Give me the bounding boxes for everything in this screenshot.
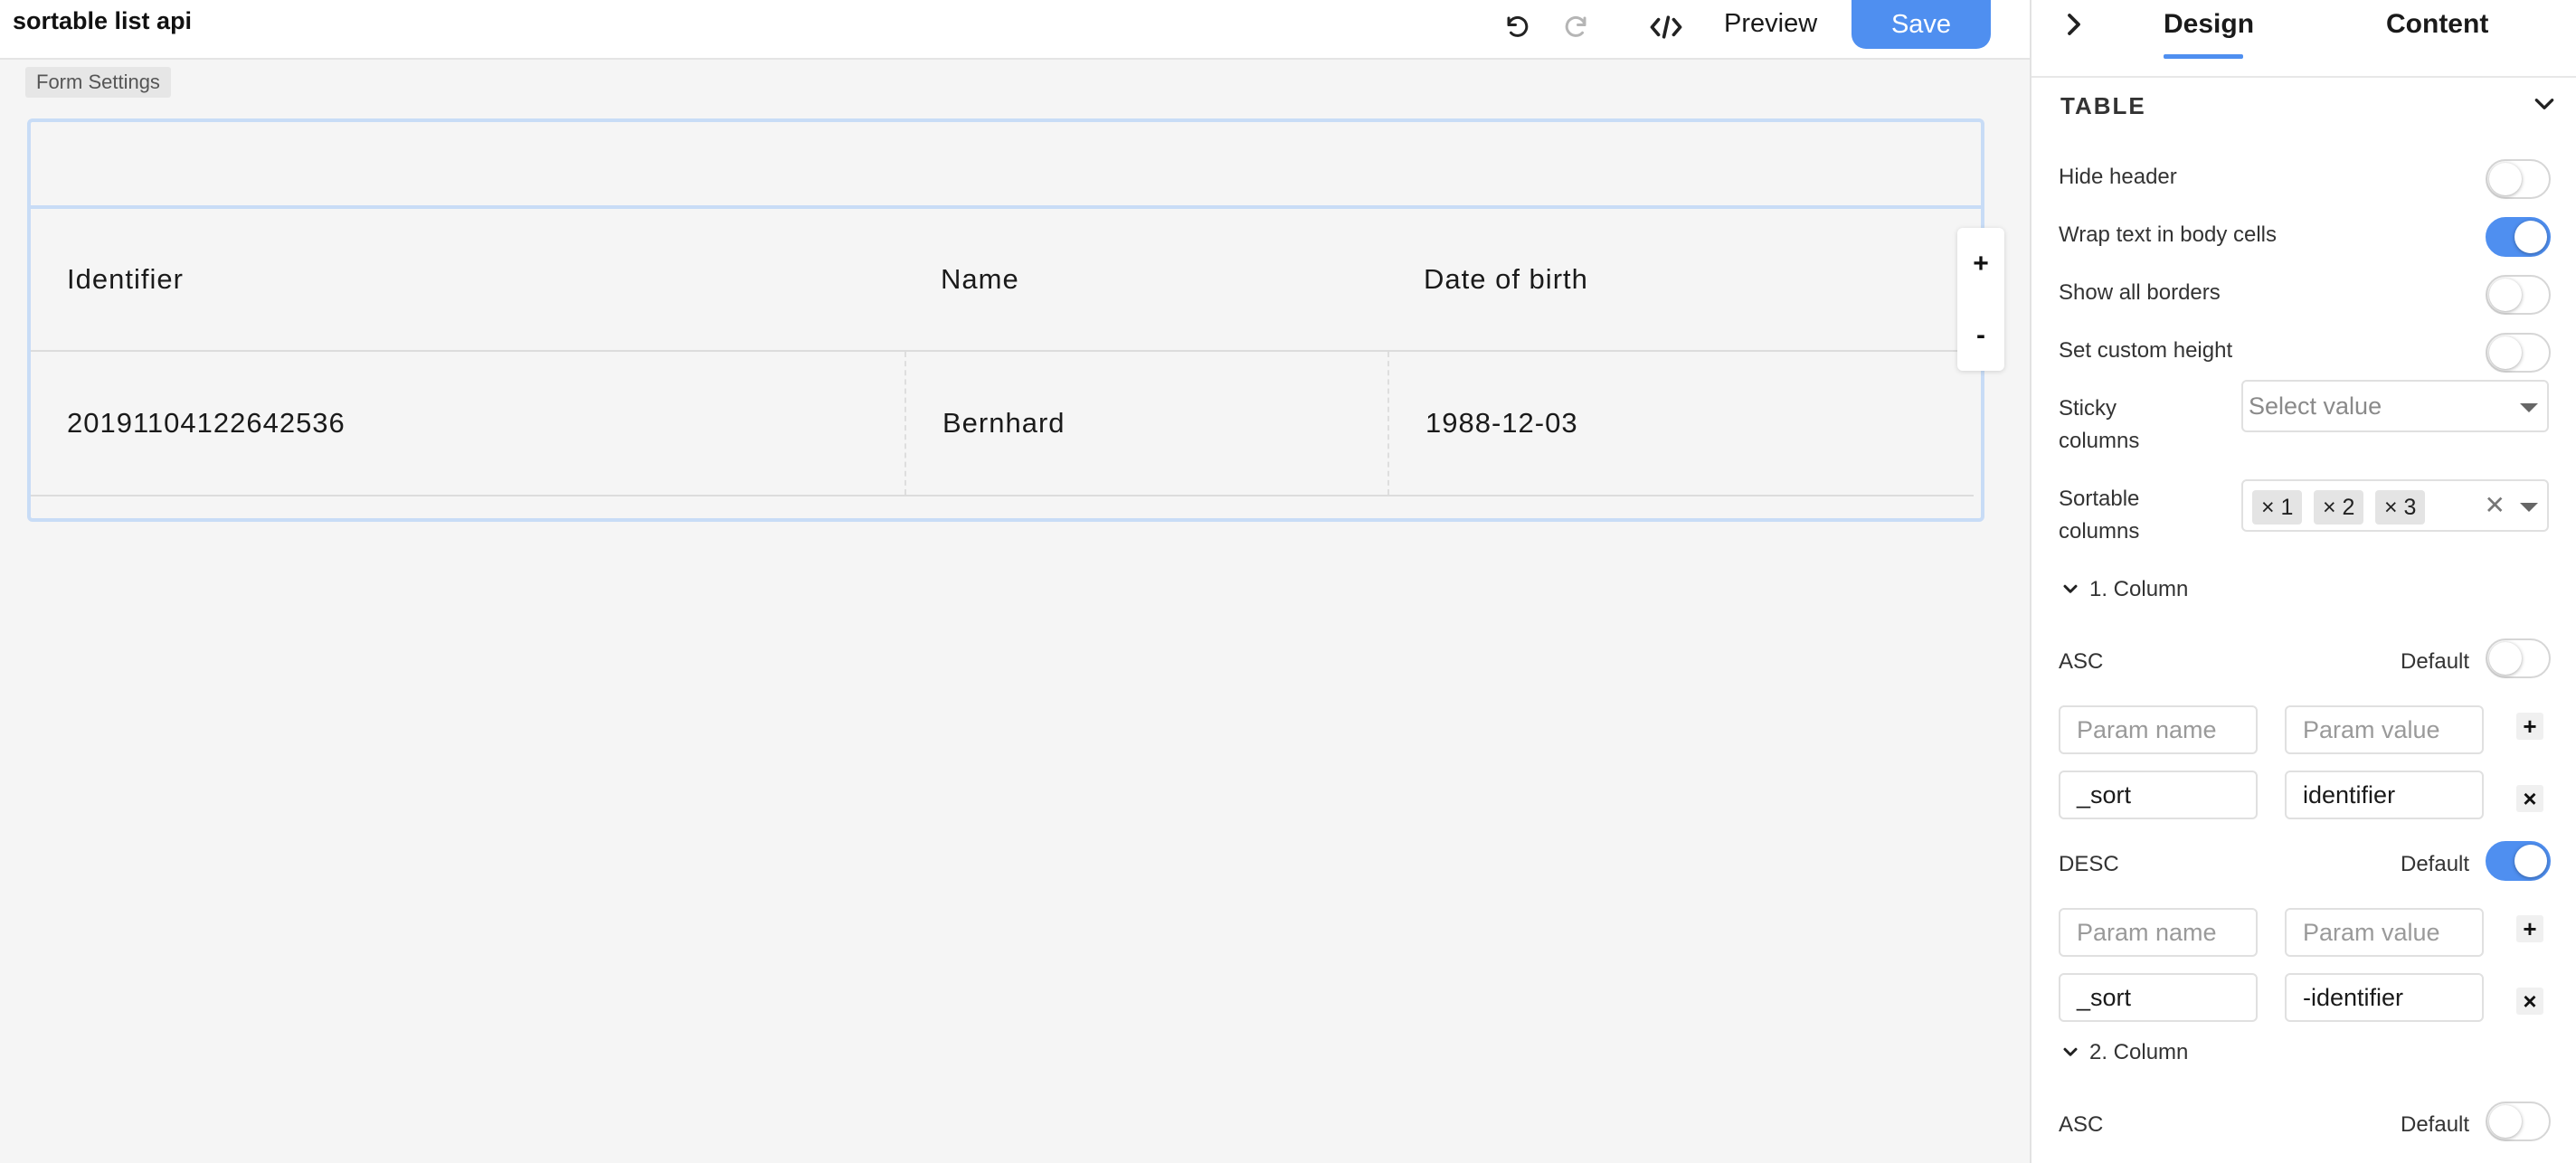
asc-default-toggle[interactable] bbox=[2486, 1102, 2551, 1141]
sortable-columns-label-2: columns bbox=[2059, 519, 2140, 544]
sticky-columns-placeholder: Select value bbox=[2249, 392, 2382, 420]
wrap-text-toggle[interactable] bbox=[2486, 217, 2551, 257]
chip-column-2[interactable]: × 2 bbox=[2314, 490, 2364, 525]
add-param-button[interactable]: + bbox=[2516, 713, 2543, 740]
table-cell: Bernhard bbox=[904, 352, 1387, 495]
sortable-columns-select[interactable]: × 1 × 2 × 3 ✕ bbox=[2241, 479, 2549, 532]
sticky-columns-label: Sticky bbox=[2059, 396, 2117, 421]
zoom-out-button[interactable]: - bbox=[1957, 299, 2004, 371]
param-name-input[interactable]: Param name bbox=[2059, 908, 2258, 957]
preview-button[interactable]: Preview bbox=[1724, 7, 1817, 40]
data-table[interactable]: Identifier Name Date of birth 2019110412… bbox=[31, 205, 1981, 518]
hide-header-label: Hide header bbox=[2059, 165, 2177, 189]
sticky-columns-label-2: columns bbox=[2059, 429, 2140, 453]
app-title: sortable list api bbox=[13, 7, 193, 34]
column-header-name[interactable]: Name bbox=[904, 209, 1387, 350]
custom-height-label: Set custom height bbox=[2059, 338, 2233, 363]
column-1-toggle[interactable]: 1. Column bbox=[2062, 573, 2188, 607]
desc-default-toggle[interactable] bbox=[2486, 841, 2551, 881]
default-label: Default bbox=[2401, 649, 2470, 674]
hide-header-toggle[interactable] bbox=[2486, 159, 2551, 199]
chevron-right-icon[interactable] bbox=[2062, 11, 2086, 43]
param-name-field[interactable]: _sort bbox=[2059, 771, 2258, 819]
remove-param-button[interactable]: × bbox=[2516, 785, 2543, 812]
clear-icon[interactable]: ✕ bbox=[2485, 490, 2505, 520]
tab-content[interactable]: Content bbox=[2386, 9, 2488, 40]
code-icon[interactable] bbox=[1646, 7, 1686, 47]
sticky-columns-select[interactable]: Select value bbox=[2241, 380, 2549, 432]
redo-icon[interactable] bbox=[1556, 7, 1596, 47]
asc-label: ASC bbox=[2059, 1112, 2104, 1137]
table-cell: 1988-12-03 bbox=[1387, 352, 1974, 495]
undo-icon[interactable] bbox=[1498, 7, 1538, 47]
chip-column-3[interactable]: × 3 bbox=[2375, 490, 2426, 525]
caret-down-icon bbox=[2520, 403, 2538, 412]
default-label: Default bbox=[2401, 852, 2470, 876]
chevron-down-icon bbox=[2062, 1037, 2089, 1070]
table-cell: 20191104122642536 bbox=[67, 407, 346, 439]
column-1-title: 1. Column bbox=[2089, 577, 2189, 601]
default-label: Default bbox=[2401, 1112, 2470, 1137]
asc-default-toggle[interactable] bbox=[2486, 638, 2551, 678]
param-value-field[interactable]: identifier bbox=[2285, 771, 2484, 819]
desc-label: DESC bbox=[2059, 852, 2119, 876]
show-borders-label: Show all borders bbox=[2059, 280, 2221, 305]
caret-down-icon[interactable] bbox=[2520, 503, 2538, 512]
tab-design[interactable]: Design bbox=[2164, 9, 2254, 40]
chip-column-1[interactable]: × 1 bbox=[2252, 490, 2303, 525]
column-header-date-of-birth[interactable]: Date of birth bbox=[1387, 209, 1974, 350]
table-header-row: Identifier Name Date of birth bbox=[31, 209, 1974, 352]
column-2-title: 2. Column bbox=[2089, 1040, 2189, 1064]
param-value-field[interactable]: -identifier bbox=[2285, 973, 2484, 1022]
param-value-input[interactable]: Param value bbox=[2285, 705, 2484, 754]
chevron-down-icon[interactable] bbox=[2533, 94, 2556, 118]
param-name-input[interactable]: Param name bbox=[2059, 705, 2258, 754]
form-settings-button[interactable]: Form Settings bbox=[25, 67, 171, 98]
asc-label: ASC bbox=[2059, 649, 2104, 674]
chevron-down-icon bbox=[2062, 574, 2089, 607]
table-row[interactable]: 20191104122642536 Bernhard 1988-12-03 bbox=[31, 352, 1974, 496]
panel-tabs: Design Content bbox=[2031, 0, 2576, 78]
zoom-in-button[interactable]: + bbox=[1957, 228, 2004, 299]
show-borders-toggle[interactable] bbox=[2486, 275, 2551, 315]
sortable-columns-label: Sortable bbox=[2059, 487, 2140, 511]
param-name-field[interactable]: _sort bbox=[2059, 973, 2258, 1022]
save-button[interactable]: Save bbox=[1852, 0, 1991, 49]
column-2-toggle[interactable]: 2. Column bbox=[2062, 1036, 2188, 1070]
custom-height-toggle[interactable] bbox=[2486, 333, 2551, 373]
param-value-input[interactable]: Param value bbox=[2285, 908, 2484, 957]
column-header-identifier[interactable]: Identifier bbox=[31, 209, 904, 350]
form-container[interactable]: Identifier Name Date of birth 2019110412… bbox=[27, 118, 1984, 522]
zoom-controls: + - bbox=[1957, 228, 2004, 371]
active-tab-indicator bbox=[2164, 54, 2243, 59]
top-toolbar: sortable list api Preview Save bbox=[0, 0, 2030, 60]
add-param-button[interactable]: + bbox=[2516, 915, 2543, 942]
wrap-text-label: Wrap text in body cells bbox=[2059, 222, 2277, 247]
remove-param-button[interactable]: × bbox=[2516, 988, 2543, 1015]
section-title-table[interactable]: TABLE bbox=[2060, 92, 2146, 120]
